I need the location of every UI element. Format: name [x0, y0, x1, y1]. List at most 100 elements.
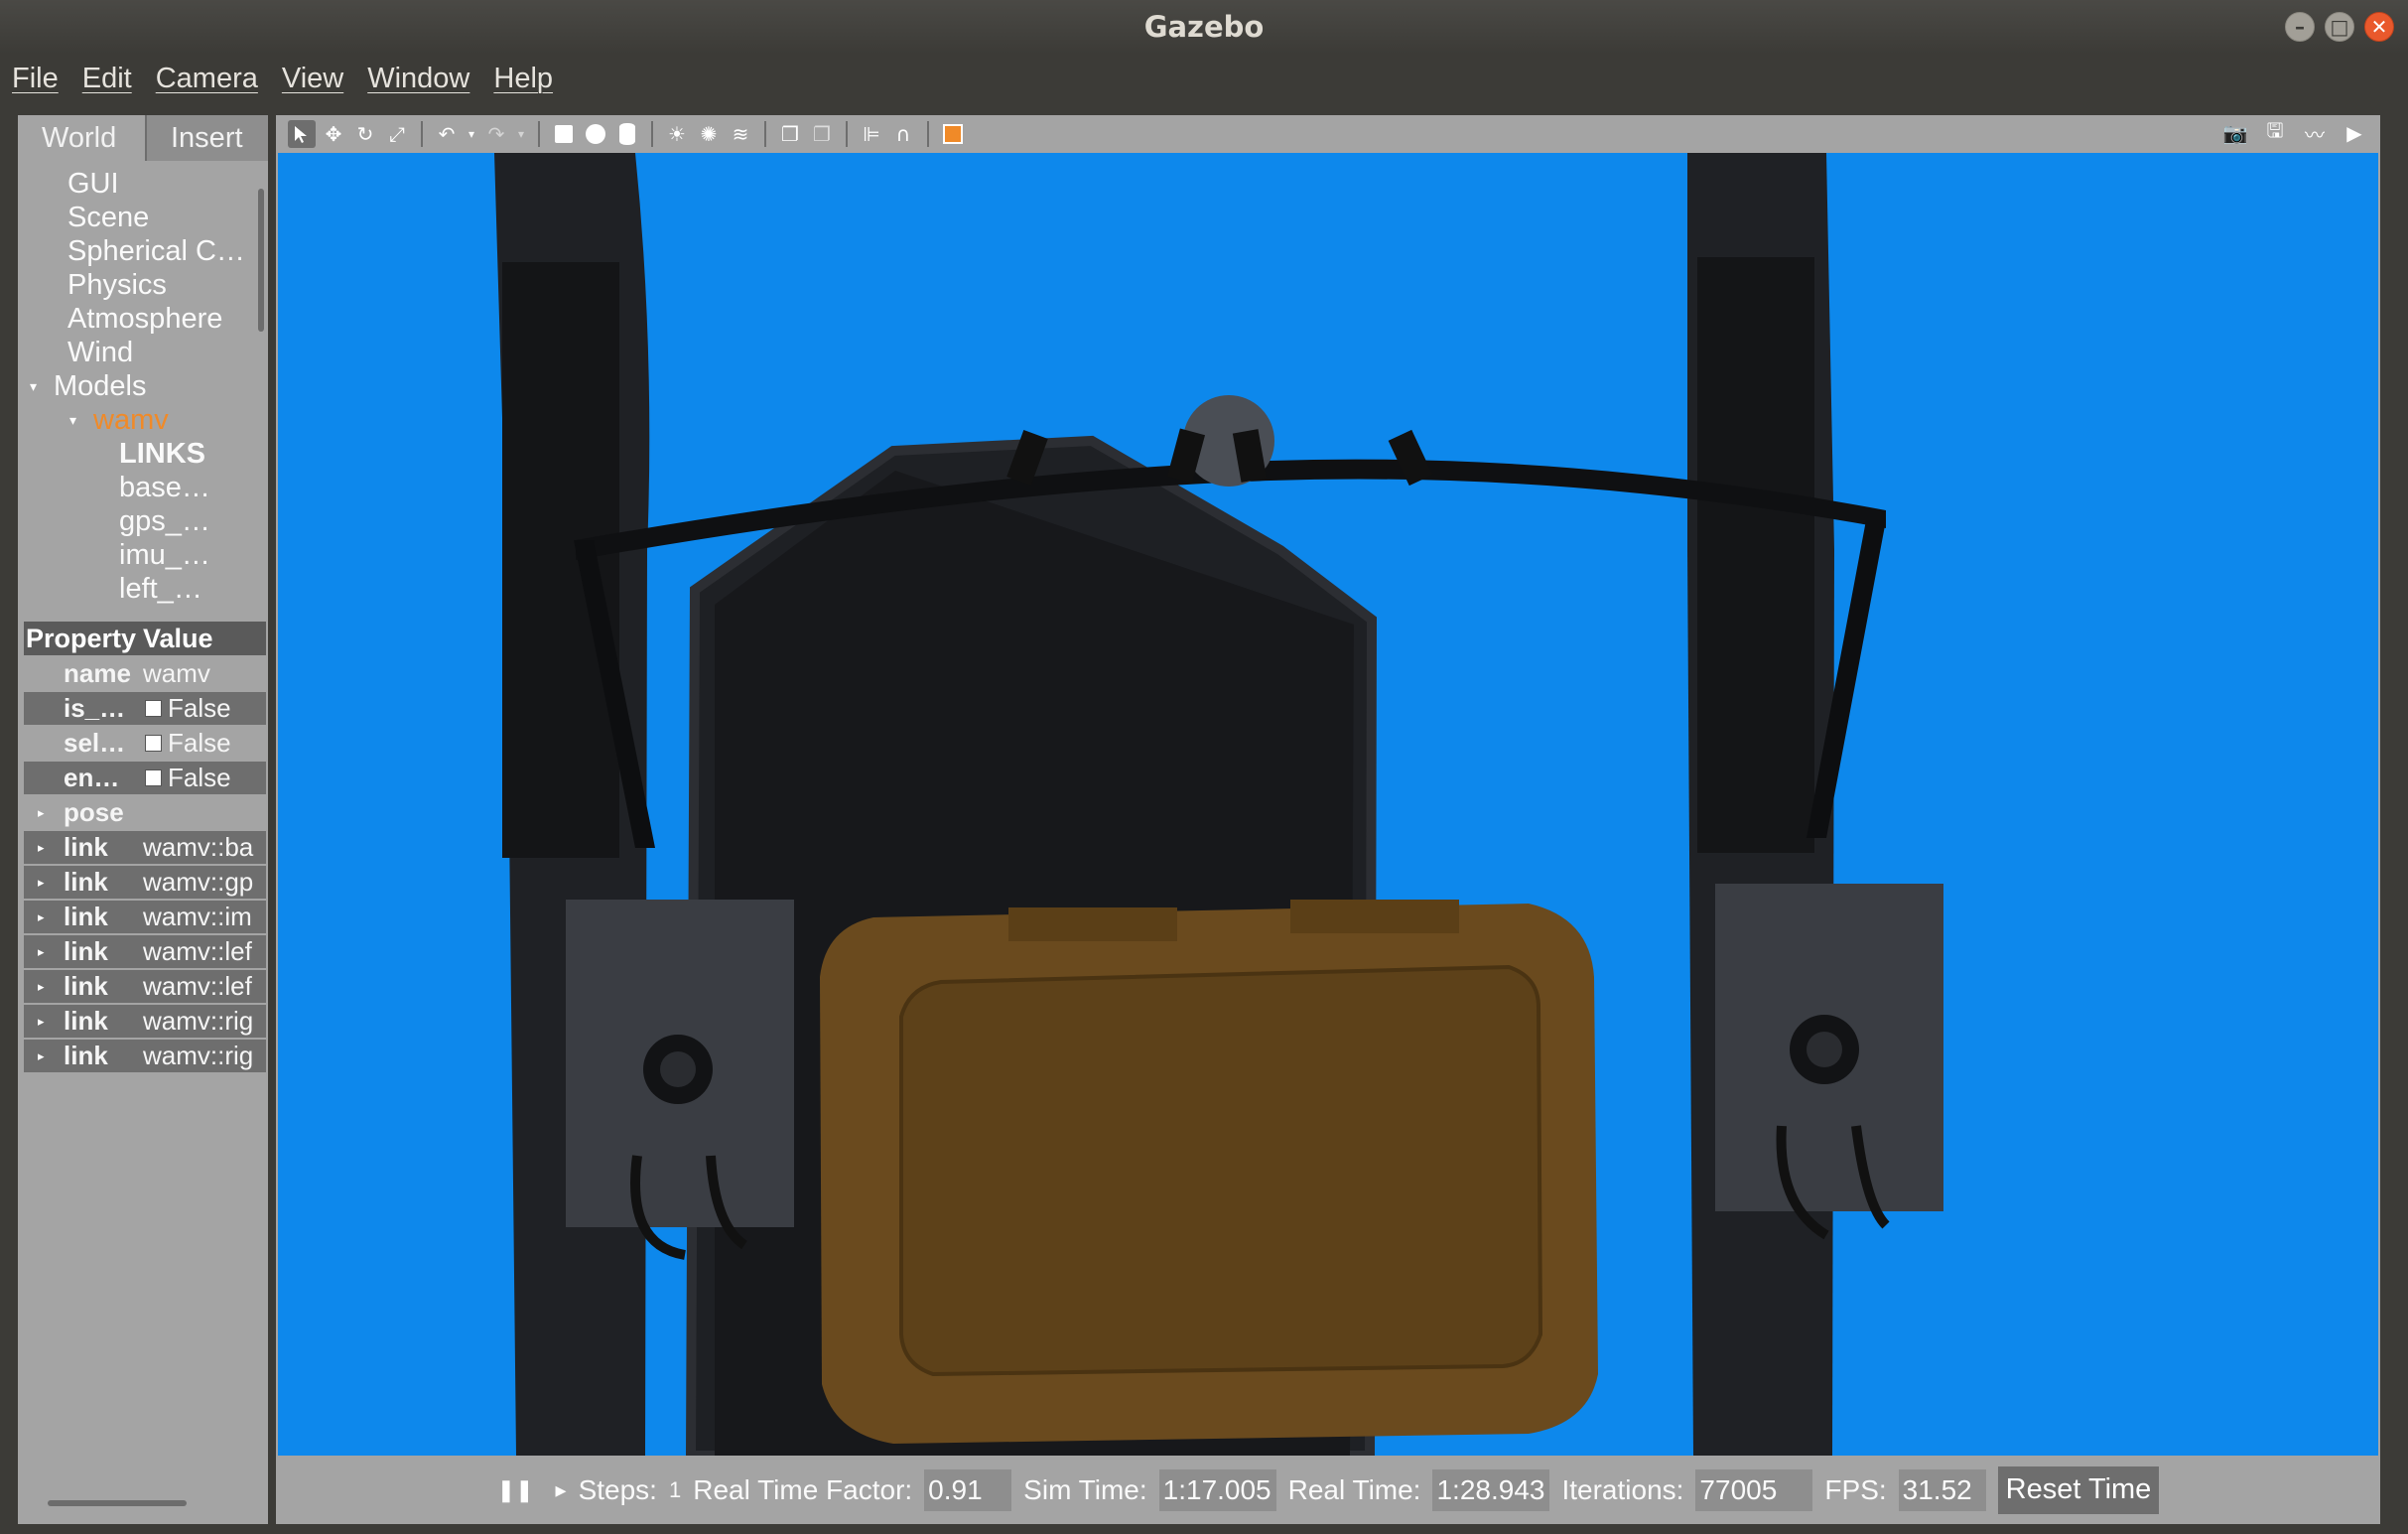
tree-scrollbar[interactable]	[258, 189, 264, 332]
property-value: wamv::lef	[143, 936, 266, 967]
menu-edit[interactable]: Edit	[82, 63, 132, 95]
property-value-text: wamv	[143, 658, 210, 688]
property-row[interactable]: ▸ link wamv::rig	[24, 1040, 266, 1072]
checkbox[interactable]	[145, 735, 162, 752]
menu-view[interactable]: View	[282, 63, 343, 95]
align-icon[interactable]: ⊫	[858, 120, 885, 148]
expand-arrow-icon[interactable]: ▸	[38, 1014, 45, 1030]
fps-label: FPS:	[1824, 1473, 1887, 1505]
property-value-text: False	[168, 763, 231, 792]
panel-tabs: World Insert	[18, 115, 268, 161]
tree-item[interactable]: Scene	[18, 201, 268, 234]
tree-item[interactable]: LINKS	[18, 437, 268, 471]
menu-window[interactable]: Window	[367, 63, 469, 95]
steps-value[interactable]: 1	[669, 1477, 681, 1503]
expand-arrow-icon[interactable]: ▸	[38, 805, 45, 821]
expand-arrow-icon[interactable]: ▸	[38, 875, 45, 891]
tree-item-label: imu_…	[119, 538, 210, 571]
undo-icon[interactable]: ↶	[433, 120, 461, 148]
property-value-text: wamv::lef	[143, 936, 252, 966]
plot-icon[interactable]: 〰	[2301, 119, 2329, 147]
property-value-text: wamv::im	[143, 902, 252, 931]
record-video-icon[interactable]: ▶	[2341, 119, 2368, 147]
log-icon[interactable]: 🖫	[2261, 118, 2289, 147]
tree-item[interactable]: Physics	[18, 268, 268, 302]
reset-time-button[interactable]: Reset Time	[1997, 1465, 2160, 1514]
property-row[interactable]: ▸ link wamv::lef	[24, 935, 266, 968]
copy-icon[interactable]: ❐	[776, 120, 804, 148]
screenshot-icon[interactable]: 📷	[2221, 119, 2249, 147]
toolbar-right-group: 📷 🖫 〰 ▶	[2221, 118, 2368, 147]
property-table-header: Property Value	[24, 622, 266, 655]
menu-help[interactable]: Help	[493, 63, 553, 95]
tab-insert[interactable]: Insert	[145, 115, 268, 161]
scale-tool-icon[interactable]: ⤢	[383, 120, 411, 148]
property-row[interactable]: ▸ link wamv::gp	[24, 866, 266, 899]
property-row[interactable]: ▸ pose	[24, 796, 266, 829]
3d-viewport[interactable]	[278, 153, 2378, 1456]
property-value[interactable]: False	[143, 693, 266, 724]
directional-light-icon[interactable]: ≋	[727, 120, 754, 148]
property-row[interactable]: ▸ link wamv::ba	[24, 831, 266, 864]
tree-item[interactable]: left_…	[18, 572, 268, 606]
point-light-icon[interactable]: ☀	[663, 120, 691, 148]
expand-arrow-icon[interactable]: ▸	[38, 909, 45, 925]
checkbox[interactable]	[145, 700, 162, 717]
window-controls: – □ ✕	[2285, 12, 2394, 42]
close-button[interactable]: ✕	[2364, 12, 2394, 42]
expand-arrow-icon[interactable]: ▸	[38, 840, 45, 856]
paste-icon[interactable]: ❐	[808, 120, 836, 148]
tree-item[interactable]: imu_…	[18, 538, 268, 572]
property-key: en…	[64, 763, 120, 792]
property-row[interactable]: ▸ link wamv::im	[24, 901, 266, 933]
expand-arrow-icon[interactable]: ▸	[38, 944, 45, 960]
panel-horizontal-scrollbar[interactable]	[48, 1500, 187, 1506]
property-value[interactable]: False	[143, 728, 266, 759]
menu-file[interactable]: File	[12, 63, 59, 95]
cylinder-shape-icon[interactable]	[613, 120, 641, 148]
value-column-header: Value	[143, 623, 213, 653]
minimize-button[interactable]: –	[2285, 12, 2315, 42]
pause-icon[interactable]: ❚❚	[497, 1477, 534, 1503]
checkbox[interactable]	[145, 769, 162, 786]
maximize-button[interactable]: □	[2325, 12, 2354, 42]
rotate-tool-icon[interactable]: ↻	[351, 120, 379, 148]
tree-item[interactable]: Wind	[18, 336, 268, 369]
tree-item[interactable]: Spherical C…	[18, 234, 268, 268]
tree-item[interactable]: base…	[18, 471, 268, 504]
property-table: Property Value name wamv is_… False sel… Fals…	[24, 622, 266, 1072]
step-icon[interactable]: ▸	[556, 1477, 567, 1503]
expand-arrow-icon[interactable]: ▸	[38, 979, 45, 995]
menu-camera[interactable]: Camera	[156, 63, 258, 95]
tree-item-label: Scene	[67, 201, 150, 233]
expand-arrow-icon[interactable]: ▾	[69, 412, 85, 429]
tree-item[interactable]: ▾ Models	[18, 369, 268, 403]
redo-dropdown-icon[interactable]: ▾	[514, 120, 528, 148]
box-shape-icon[interactable]	[550, 120, 578, 148]
property-row: en… False	[24, 762, 266, 794]
snap-icon[interactable]: ∩	[889, 120, 917, 148]
expand-arrow-icon[interactable]: ▸	[38, 1048, 45, 1064]
property-key: name	[64, 658, 131, 688]
tree-item[interactable]: gps_…	[18, 504, 268, 538]
undo-dropdown-icon[interactable]: ▾	[465, 120, 478, 148]
spot-light-icon[interactable]: ✺	[695, 120, 723, 148]
redo-icon[interactable]: ↷	[482, 120, 510, 148]
sphere-shape-icon[interactable]	[582, 120, 609, 148]
property-row[interactable]: ▸ link wamv::lef	[24, 970, 266, 1003]
translate-tool-icon[interactable]: ✥	[320, 120, 347, 148]
iterations-label: Iterations:	[1561, 1473, 1684, 1505]
property-row[interactable]: ▸ link wamv::rig	[24, 1005, 266, 1038]
expand-arrow-icon[interactable]: ▾	[30, 378, 46, 395]
real-time-label: Real Time:	[1287, 1473, 1421, 1505]
tab-world[interactable]: World	[18, 115, 145, 161]
toolbar-separator	[651, 121, 653, 147]
tree-item[interactable]: Atmosphere	[18, 302, 268, 336]
tree-item[interactable]: ▾ wamv	[18, 403, 268, 437]
property-column-header: Property	[26, 623, 137, 653]
change-view-icon[interactable]	[939, 120, 967, 148]
tree-item-label: Models	[54, 369, 147, 402]
select-tool-icon[interactable]	[288, 120, 316, 148]
tree-item[interactable]: GUI	[18, 167, 268, 201]
property-value[interactable]: False	[143, 763, 266, 793]
